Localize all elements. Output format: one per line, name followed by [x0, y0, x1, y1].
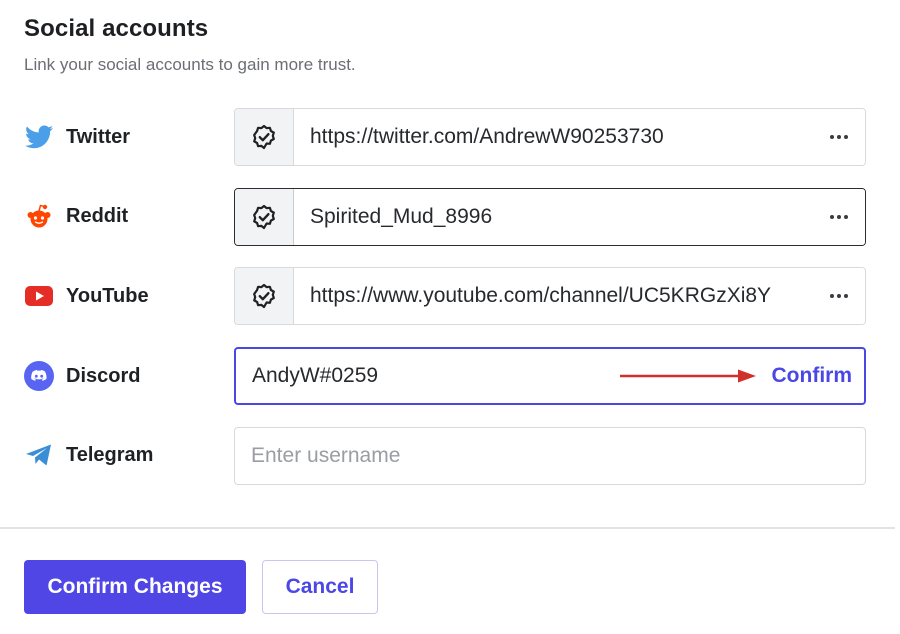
- discord-label: Discord: [66, 364, 141, 387]
- verified-badge-icon: [235, 109, 294, 165]
- verified-badge-icon: [235, 268, 294, 324]
- more-options-button[interactable]: [813, 109, 865, 165]
- cancel-button[interactable]: Cancel: [262, 560, 378, 614]
- twitter-url-value[interactable]: https://twitter.com/AndrewW90253730: [294, 109, 813, 165]
- more-dots-icon: [830, 215, 848, 219]
- red-arrow-annotation: [619, 349, 758, 403]
- discord-field[interactable]: AndyW#0259 Confirm: [234, 347, 866, 405]
- youtube-url-value[interactable]: https://www.youtube.com/channel/UC5KRGzX…: [294, 268, 813, 324]
- youtube-field[interactable]: https://www.youtube.com/channel/UC5KRGzX…: [234, 267, 866, 325]
- telegram-plane-icon: [24, 440, 54, 470]
- youtube-row-label: YouTube: [24, 281, 149, 311]
- discord-confirm-button[interactable]: Confirm: [772, 349, 865, 403]
- twitter-row-label: Twitter: [24, 122, 130, 152]
- telegram-label: Telegram: [66, 443, 154, 466]
- twitter-bird-icon: [24, 122, 54, 152]
- youtube-play-icon: [24, 281, 54, 311]
- reddit-username-value[interactable]: Spirited_Mud_8996: [294, 189, 813, 245]
- section-title: Social accounts: [24, 15, 209, 42]
- youtube-label: YouTube: [66, 284, 149, 307]
- telegram-field[interactable]: Enter username: [234, 427, 866, 485]
- reddit-field[interactable]: Spirited_Mud_8996: [234, 188, 866, 246]
- verified-badge-icon: [235, 189, 294, 245]
- telegram-row-label: Telegram: [24, 440, 153, 470]
- reddit-row-label: Reddit: [24, 201, 128, 231]
- reddit-label: Reddit: [66, 204, 129, 227]
- more-dots-icon: [830, 135, 848, 139]
- discord-row-label: Discord: [24, 361, 140, 391]
- discord-username-input[interactable]: AndyW#0259: [236, 349, 620, 403]
- more-options-button[interactable]: [813, 189, 865, 245]
- reddit-alien-icon: [24, 201, 54, 231]
- telegram-username-input[interactable]: Enter username: [235, 428, 865, 484]
- discord-icon: [24, 361, 54, 391]
- footer-divider: [0, 527, 895, 529]
- twitter-field[interactable]: https://twitter.com/AndrewW90253730: [234, 108, 866, 166]
- twitter-label: Twitter: [66, 125, 131, 148]
- more-dots-icon: [830, 294, 848, 298]
- more-options-button[interactable]: [813, 268, 865, 324]
- section-subtitle: Link your social accounts to gain more t…: [24, 55, 356, 74]
- confirm-changes-button[interactable]: Confirm Changes: [24, 560, 246, 614]
